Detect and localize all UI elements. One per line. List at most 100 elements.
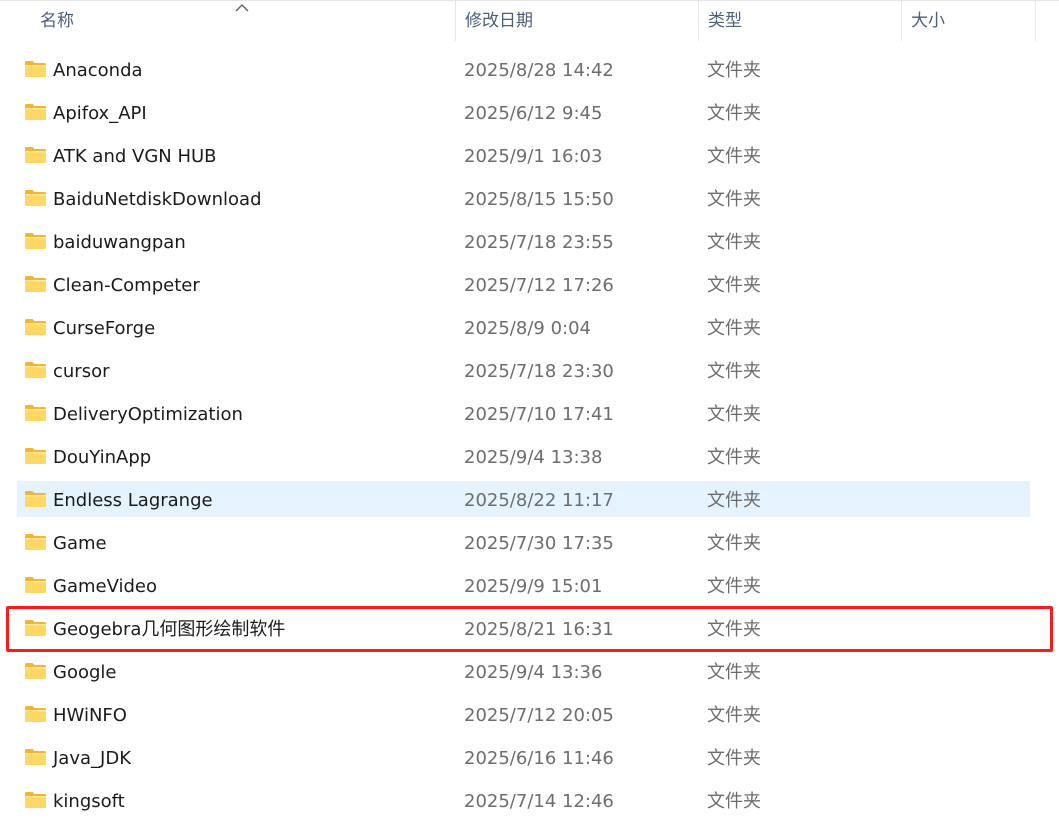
file-modified-date: 2025/9/4 13:36 <box>464 662 603 683</box>
file-modified-date: 2025/9/9 15:01 <box>464 576 603 597</box>
file-name: DouYinApp <box>53 447 152 468</box>
column-header-bar: 名称 修改日期 类型 大小 <box>0 1 1059 41</box>
file-modified-date: 2025/7/12 17:26 <box>464 275 614 296</box>
column-header-name-label: 名称 <box>40 11 74 31</box>
file-name: Apifox_API <box>53 103 147 124</box>
column-header-name[interactable]: 名称 <box>0 1 455 41</box>
column-header-date[interactable]: 修改日期 <box>455 1 698 41</box>
file-row-7[interactable]: cursor 2025/7/18 23:30 文件夹 <box>0 350 1059 393</box>
file-name: Endless Lagrange <box>53 490 213 511</box>
file-explorer-list-view: 名称 修改日期 类型 大小 Anaconda 2025/8/28 14:42 文… <box>0 0 1059 828</box>
folder-icon <box>25 147 46 163</box>
file-row-14[interactable]: Google 2025/9/4 13:36 文件夹 <box>0 651 1059 694</box>
column-header-type[interactable]: 类型 <box>698 1 901 41</box>
column-header-size[interactable]: 大小 <box>901 1 1036 41</box>
file-modified-date: 2025/7/18 23:30 <box>464 361 614 382</box>
file-row-12[interactable]: GameVideo 2025/9/9 15:01 文件夹 <box>0 565 1059 608</box>
file-row-3[interactable]: BaiduNetdiskDownload 2025/8/15 15:50 文件夹 <box>0 178 1059 221</box>
file-type: 文件夹 <box>707 705 761 726</box>
file-name: DeliveryOptimization <box>53 404 243 425</box>
file-row-2[interactable]: ATK and VGN HUB 2025/9/1 16:03 文件夹 <box>0 135 1059 178</box>
folder-icon <box>25 491 46 507</box>
folder-icon <box>25 448 46 464</box>
file-row-8[interactable]: DeliveryOptimization 2025/7/10 17:41 文件夹 <box>0 393 1059 436</box>
file-name: baiduwangpan <box>53 232 186 253</box>
file-name: CurseForge <box>53 318 156 339</box>
file-type: 文件夹 <box>707 576 761 597</box>
file-row-10[interactable]: Endless Lagrange 2025/8/22 11:17 文件夹 <box>0 479 1059 522</box>
file-modified-date: 2025/8/22 11:17 <box>464 490 614 511</box>
file-type: 文件夹 <box>707 791 761 812</box>
folder-icon <box>25 706 46 722</box>
file-row-9[interactable]: DouYinApp 2025/9/4 13:38 文件夹 <box>0 436 1059 479</box>
file-name: BaiduNetdiskDownload <box>53 189 262 210</box>
file-list: Anaconda 2025/8/28 14:42 文件夹 Apifox_API … <box>0 49 1059 823</box>
file-type: 文件夹 <box>707 748 761 769</box>
file-type: 文件夹 <box>707 232 761 253</box>
file-modified-date: 2025/7/14 12:46 <box>464 791 614 812</box>
file-type: 文件夹 <box>707 619 761 640</box>
column-header-size-label: 大小 <box>911 11 945 31</box>
folder-icon <box>25 61 46 77</box>
folder-icon <box>25 663 46 679</box>
file-row-0[interactable]: Anaconda 2025/8/28 14:42 文件夹 <box>0 49 1059 92</box>
folder-icon <box>25 362 46 378</box>
file-modified-date: 2025/7/18 23:55 <box>464 232 614 253</box>
file-modified-date: 2025/7/12 20:05 <box>464 705 614 726</box>
file-type: 文件夹 <box>707 146 761 167</box>
file-name: Google <box>53 662 117 683</box>
folder-icon <box>25 620 46 636</box>
folder-icon <box>25 577 46 593</box>
folder-icon <box>25 104 46 120</box>
file-row-15[interactable]: HWiNFO 2025/7/12 20:05 文件夹 <box>0 694 1059 737</box>
file-row-11[interactable]: Game 2025/7/30 17:35 文件夹 <box>0 522 1059 565</box>
file-name: Geogebra几何图形绘制软件 <box>53 619 286 640</box>
file-type: 文件夹 <box>707 662 761 683</box>
file-type: 文件夹 <box>707 361 761 382</box>
file-name: Game <box>53 533 107 554</box>
folder-icon <box>25 319 46 335</box>
file-modified-date: 2025/9/4 13:38 <box>464 447 603 468</box>
file-row-6[interactable]: CurseForge 2025/8/9 0:04 文件夹 <box>0 307 1059 350</box>
file-name: Java_JDK <box>53 748 131 769</box>
file-row-13[interactable]: Geogebra几何图形绘制软件 2025/8/21 16:31 文件夹 <box>0 606 1059 652</box>
folder-icon <box>25 749 46 765</box>
folder-icon <box>25 276 46 292</box>
file-name: kingsoft <box>53 791 125 812</box>
file-row-4[interactable]: baiduwangpan 2025/7/18 23:55 文件夹 <box>0 221 1059 264</box>
column-header-type-label: 类型 <box>708 11 742 31</box>
file-modified-date: 2025/7/10 17:41 <box>464 404 614 425</box>
file-type: 文件夹 <box>707 318 761 339</box>
file-modified-date: 2025/9/1 16:03 <box>464 146 603 167</box>
file-type: 文件夹 <box>707 103 761 124</box>
file-row-1[interactable]: Apifox_API 2025/6/12 9:45 文件夹 <box>0 92 1059 135</box>
folder-icon <box>25 405 46 421</box>
file-row-17[interactable]: kingsoft 2025/7/14 12:46 文件夹 <box>0 780 1059 823</box>
folder-icon <box>25 190 46 206</box>
file-name: GameVideo <box>53 576 158 597</box>
file-modified-date: 2025/8/9 0:04 <box>464 318 591 339</box>
file-type: 文件夹 <box>707 275 761 296</box>
file-modified-date: 2025/6/12 9:45 <box>464 103 603 124</box>
file-modified-date: 2025/8/21 16:31 <box>464 619 614 640</box>
file-modified-date: 2025/6/16 11:46 <box>464 748 614 769</box>
file-name: Anaconda <box>53 60 143 81</box>
file-name: Clean-Competer <box>53 275 200 296</box>
file-row-16[interactable]: Java_JDK 2025/6/16 11:46 文件夹 <box>0 737 1059 780</box>
file-modified-date: 2025/8/15 15:50 <box>464 189 614 210</box>
folder-icon <box>25 792 46 808</box>
folder-icon <box>25 233 46 249</box>
file-type: 文件夹 <box>707 533 761 554</box>
file-type: 文件夹 <box>707 189 761 210</box>
file-name: ATK and VGN HUB <box>53 146 217 167</box>
file-row-5[interactable]: Clean-Competer 2025/7/12 17:26 文件夹 <box>0 264 1059 307</box>
file-name: cursor <box>53 361 110 382</box>
file-modified-date: 2025/7/30 17:35 <box>464 533 614 554</box>
folder-icon <box>25 534 46 550</box>
file-type: 文件夹 <box>707 490 761 511</box>
file-type: 文件夹 <box>707 447 761 468</box>
file-type: 文件夹 <box>707 60 761 81</box>
column-header-date-label: 修改日期 <box>465 11 533 31</box>
file-modified-date: 2025/8/28 14:42 <box>464 60 614 81</box>
file-name: HWiNFO <box>53 705 127 726</box>
